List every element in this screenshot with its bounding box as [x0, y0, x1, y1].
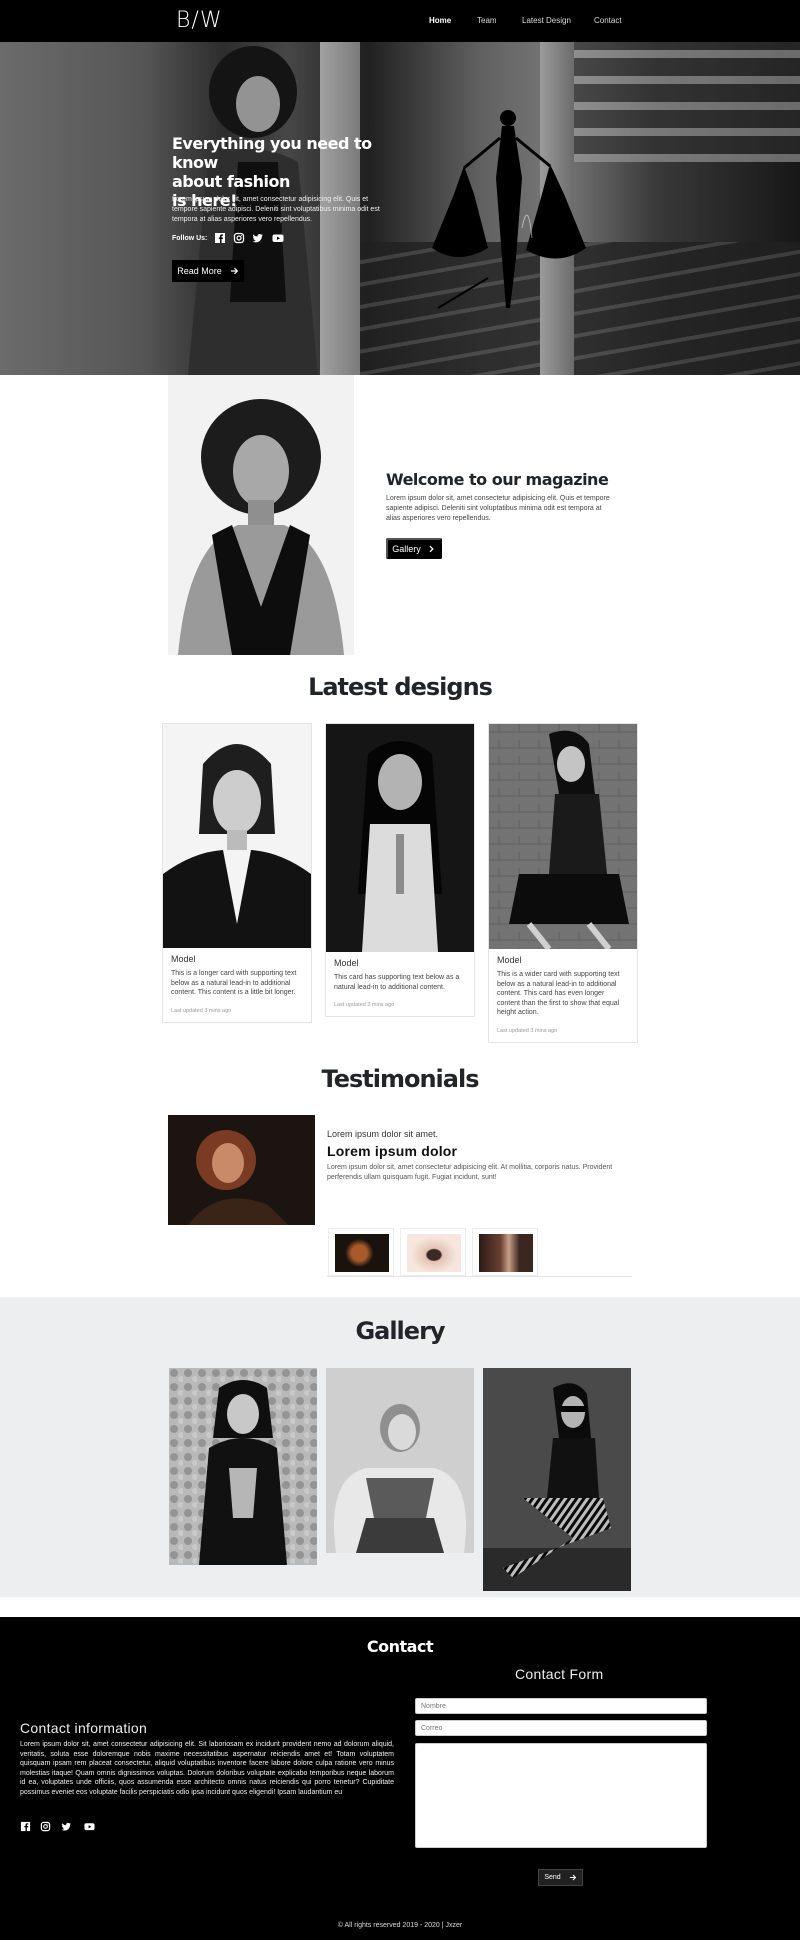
- hero-text: Lorem ipsum dolor sit, amet consectetur …: [172, 196, 380, 223]
- gallery-button[interactable]: Gallery: [386, 538, 442, 559]
- nav-link-latest-design[interactable]: Latest Design: [522, 16, 571, 25]
- testimonials-title: Testimonials: [321, 1065, 480, 1093]
- card-meta: Last updated 3 mins ago: [497, 1027, 558, 1034]
- send-button-label: Send: [544, 1874, 561, 1881]
- latest-designs-title: Latest designs: [308, 673, 493, 701]
- testimonial-photo: [168, 1115, 315, 1225]
- testimonial-thumbnail[interactable]: [328, 1228, 394, 1276]
- card-text: This is a longer card with supporting te…: [171, 970, 297, 996]
- card-meta: Last updated 3 mins ago: [334, 1002, 395, 1008]
- card-title: Model: [171, 954, 196, 964]
- read-more-label: Read More: [177, 266, 222, 276]
- testimonial-thumbnail[interactable]: [400, 1228, 466, 1276]
- nav-link-contact[interactable]: Contact: [594, 16, 622, 25]
- contact-info-text: Lorem ipsum dolor sit, amet consectetur …: [20, 1741, 394, 1796]
- chevron-right-icon: [429, 545, 434, 552]
- contact-form-title: Contact Form: [515, 1666, 604, 1682]
- contact-info-title: Contact information: [20, 1720, 148, 1736]
- navbar: B/W Home Team Latest Design Contact: [0, 0, 800, 42]
- nav-link-home[interactable]: Home: [429, 16, 451, 25]
- hero-title-line: about fashion: [172, 172, 290, 191]
- thumbnail-image: [335, 1234, 389, 1272]
- nav-link-team[interactable]: Team: [477, 16, 497, 25]
- youtube-icon[interactable]: [272, 232, 284, 244]
- arrow-right-icon: [569, 1874, 576, 1881]
- arrow-right-icon: [230, 267, 238, 275]
- instagram-icon[interactable]: [40, 1821, 51, 1832]
- testimonial-name: Lorem ipsum dolor: [327, 1143, 458, 1159]
- twitter-icon[interactable]: [61, 1821, 72, 1832]
- facebook-icon[interactable]: [20, 1821, 31, 1832]
- dress-silhouettes-illustration: [432, 110, 586, 309]
- email-input[interactable]: [415, 1720, 707, 1736]
- follow-us-label: Follow Us:: [172, 235, 208, 242]
- welcome-model-photo: [168, 375, 354, 655]
- card-title: Model: [334, 958, 359, 968]
- card-body: Model This is a wider card with supporti…: [489, 949, 637, 1042]
- card-meta: Last updated 3 mins ago: [171, 1007, 232, 1014]
- contact-section: Contact Contact Form Contact information…: [0, 1617, 800, 1940]
- design-card[interactable]: Model This card has supporting text belo…: [325, 723, 475, 1017]
- contact-title: Contact: [366, 1637, 434, 1656]
- gallery-image[interactable]: [483, 1368, 631, 1591]
- testimonial-thumbnail[interactable]: [472, 1228, 538, 1276]
- facebook-icon[interactable]: [214, 232, 226, 244]
- message-textarea[interactable]: [415, 1743, 707, 1848]
- welcome-title: Welcome to our magazine: [386, 470, 609, 489]
- card-text: This is a wider card with supporting tex…: [497, 971, 620, 1016]
- design-card[interactable]: Model This is a wider card with supporti…: [488, 723, 638, 1043]
- testimonial-text: Lorem ipsum dolor sit, amet consectetur …: [327, 1164, 613, 1181]
- card-image: [489, 724, 637, 949]
- name-input[interactable]: [415, 1698, 707, 1714]
- send-button[interactable]: Send: [538, 1869, 583, 1886]
- thumbnail-image: [407, 1234, 461, 1272]
- gallery-image[interactable]: [169, 1368, 317, 1565]
- card-body: Model This card has supporting text belo…: [326, 952, 474, 1016]
- thumbnail-image: [479, 1234, 533, 1272]
- hero-section: Everything you need to know about fashio…: [0, 42, 800, 375]
- read-more-button[interactable]: Read More: [172, 260, 244, 282]
- card-title: Model: [497, 955, 522, 965]
- welcome-text: Lorem ipsum dolor sit, amet consectetur …: [386, 495, 610, 522]
- testimonial-subtitle: Lorem ipsum dolor sit amet.: [327, 1129, 439, 1139]
- copyright-text: © All rights reserved 2019 - 2020 | Jxze…: [337, 1922, 463, 1929]
- gallery-title: Gallery: [355, 1317, 445, 1345]
- instagram-icon[interactable]: [233, 232, 245, 244]
- brand-logo[interactable]: B/W: [176, 8, 223, 33]
- card-image: [163, 724, 311, 948]
- card-image: [326, 724, 474, 952]
- youtube-icon[interactable]: [84, 1821, 95, 1832]
- gallery-button-label: Gallery: [392, 543, 421, 554]
- card-text: This card has supporting text below as a…: [334, 974, 460, 991]
- card-body: Model This is a longer card with support…: [163, 948, 311, 1022]
- gallery-image[interactable]: [326, 1368, 474, 1553]
- design-card[interactable]: Model This is a longer card with support…: [162, 723, 312, 1023]
- testimonial-thumbnails: [327, 1222, 632, 1277]
- twitter-icon[interactable]: [252, 232, 264, 244]
- hero-title-line: Everything you need to know: [172, 134, 372, 172]
